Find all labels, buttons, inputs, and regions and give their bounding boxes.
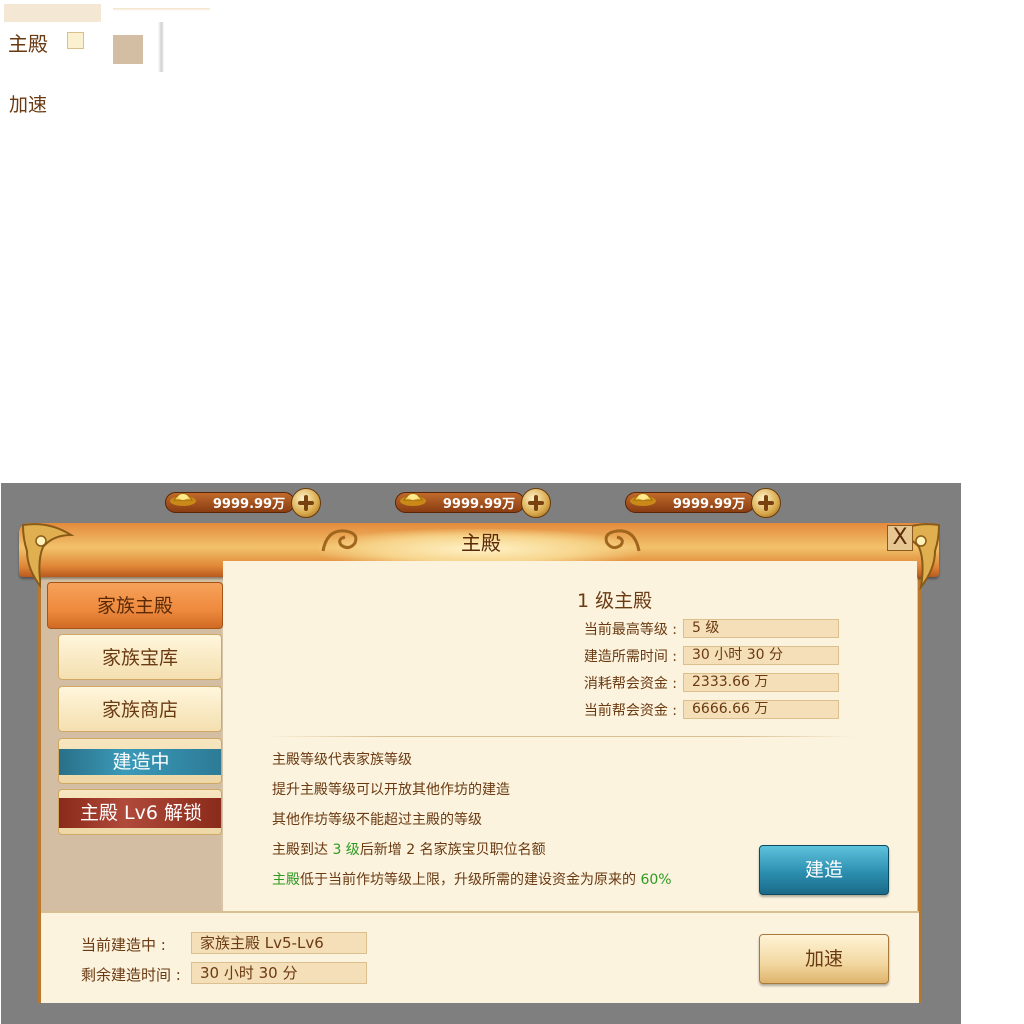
description-line: 主殿到达 3 级后新增 2 名家族宝贝职位名额: [272, 839, 546, 859]
stat-value: 30 小时 30 分: [683, 646, 839, 665]
fragment-speed-label: 加速: [9, 94, 48, 116]
highlight-percent: 60%: [640, 872, 672, 888]
stat-label: 消耗帮会资金 :: [583, 676, 677, 692]
stat-value: 6666.66 万: [683, 700, 839, 719]
sprite-fragment-bar: [4, 4, 101, 22]
description-text: 后新增 2 名家族宝贝职位名额: [359, 842, 546, 858]
tab-label: 建造中: [112, 751, 170, 773]
current-building-label: 当前建造中 :: [81, 936, 166, 954]
description-text: 主殿到达: [272, 842, 333, 858]
remaining-time-value: 30 小时 30 分: [191, 962, 367, 984]
current-building-value: 家族主殿 Lv5-Lv6: [191, 932, 367, 954]
tab-under-construction[interactable]: 建造中: [58, 738, 222, 784]
stat-label: 建造所需时间 :: [583, 649, 677, 665]
tab-label: 家族宝库: [101, 647, 178, 669]
tab-family-vault[interactable]: 家族宝库: [58, 634, 222, 680]
speed-up-button[interactable]: 加速: [759, 934, 889, 984]
content-divider: [266, 736, 856, 737]
highlight-level: 3 级: [332, 842, 360, 858]
highlight-building: 主殿: [272, 872, 300, 888]
description-line: 主殿等级代表家族等级: [272, 752, 412, 768]
fragment-divider: [158, 22, 164, 72]
building-title: 1 级主殿: [577, 590, 653, 612]
fragment-title-label: 主殿: [8, 32, 48, 56]
fragment-square-swatch: [67, 32, 84, 49]
description-line: 其他作坊等级不能超过主殿的等级: [272, 812, 482, 828]
tab-label: 家族商店: [101, 699, 178, 721]
remaining-time-label: 剩余建造时间 :: [81, 966, 181, 984]
tab-label: 家族主殿: [96, 595, 173, 617]
stat-label: 当前最高等级 :: [583, 622, 677, 638]
stat-value: 2333.66 万: [683, 673, 839, 692]
tab-family-hall[interactable]: 家族主殿: [47, 582, 223, 629]
sprite-fragment-strip: [113, 8, 210, 11]
tab-label: 主殿 Lv6 解锁: [80, 802, 202, 824]
tab-locked[interactable]: 主殿 Lv6 解锁: [58, 789, 222, 835]
description-line: 提升主殿等级可以开放其他作坊的建造: [272, 782, 510, 798]
description-text: 低于当前作坊等级上限，升级所需的建设资金为原来的: [300, 872, 641, 888]
fragment-tan-swatch: [113, 35, 143, 64]
stat-label: 当前帮会资金 :: [583, 703, 677, 719]
build-button[interactable]: 建造: [759, 845, 889, 895]
tab-family-shop[interactable]: 家族商店: [58, 686, 222, 732]
description-line: 主殿低于当前作坊等级上限，升级所需的建设资金为原来的 60%: [272, 869, 672, 889]
dialog-layer: 家族主殿 家族宝库 家族商店 建造中 主殿 Lv6 解锁 1 级主殿 当前最高等…: [1, 483, 961, 1024]
stat-value: 5 级: [683, 619, 839, 638]
